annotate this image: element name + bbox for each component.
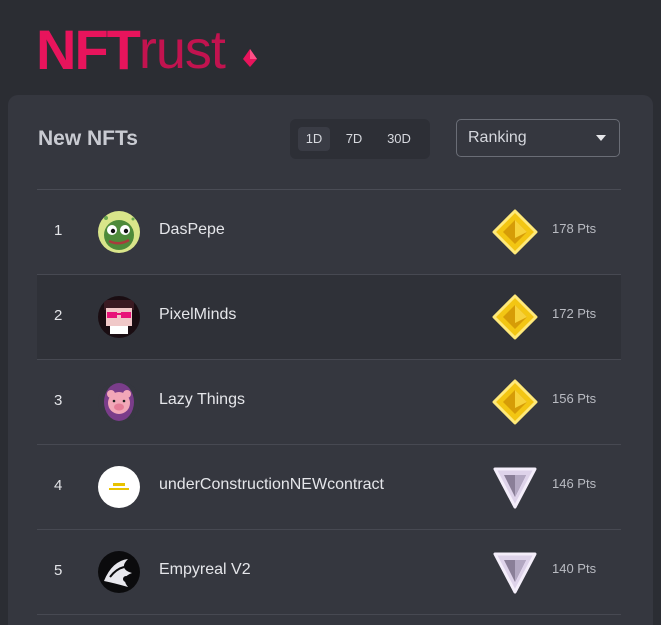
pixelminds-avatar [98,296,140,338]
rank-number: 5 [54,562,63,579]
underconstruction-avatar [98,466,140,508]
points-value: 178 Pts [552,221,597,236]
points-value: 156 Pts [552,391,597,406]
collection-name: DasPepe [159,221,225,238]
app-header: NFT rust [0,0,661,95]
sort-select-value: Ranking [468,129,527,146]
nftrust-logo[interactable]: NFT rust [36,18,257,81]
range-7d-button[interactable]: 7D [338,127,370,151]
collection-row[interactable]: 1 DasPepe 178 Pts [37,190,621,275]
silver-triangle-badge-icon [493,552,537,594]
points-value: 146 Pts [552,476,597,491]
rank-number: 4 [54,477,63,494]
logo-diamond-icon [243,49,257,67]
panel-title: New NFTs [38,127,138,150]
collection-name: Empyreal V2 [159,561,251,578]
rank-number: 1 [54,222,63,239]
rank-number: 3 [54,392,63,409]
gold-diamond-badge-icon [492,379,538,425]
points-value: 172 Pts [552,306,597,321]
chevron-down-icon [596,135,606,141]
empyreal-v2-avatar [98,551,140,593]
collection-name: underConstructionNEWcontract [159,476,384,493]
collection-row[interactable]: 3 Lazy Things 156 Pts [37,360,621,445]
collection-row[interactable]: 2 PixelMinds 172 Pts [37,275,621,360]
points-value: 140 Pts [552,561,597,576]
silver-triangle-badge-icon [493,467,537,509]
logo-text-nft: NFT [36,18,141,81]
logo-text-rust: rust [138,20,226,80]
collection-name: Lazy Things [159,391,245,408]
range-30d-button[interactable]: 30D [378,127,420,151]
range-1d-button[interactable]: 1D [298,127,330,151]
lazy-things-avatar [98,381,140,423]
time-range-toggle: 1D 7D 30D [290,119,430,159]
rank-number: 2 [54,307,63,324]
new-nfts-panel: New NFTs 1D 7D 30D Ranking 1 DasPepe 178… [8,95,653,625]
collection-row[interactable]: 4 underConstructionNEWcontract 146 Pts [37,445,621,530]
collection-name: PixelMinds [159,306,237,323]
gold-diamond-badge-icon [492,209,538,255]
gold-diamond-badge-icon [492,294,538,340]
sort-select[interactable]: Ranking [456,119,620,157]
collection-row[interactable]: 5 Empyreal V2 140 Pts [37,530,621,615]
collection-list: 1 DasPepe 178 Pts 2 PixelMinds 172 Pts 3… [37,190,621,615]
daspepe-avatar [98,211,140,253]
